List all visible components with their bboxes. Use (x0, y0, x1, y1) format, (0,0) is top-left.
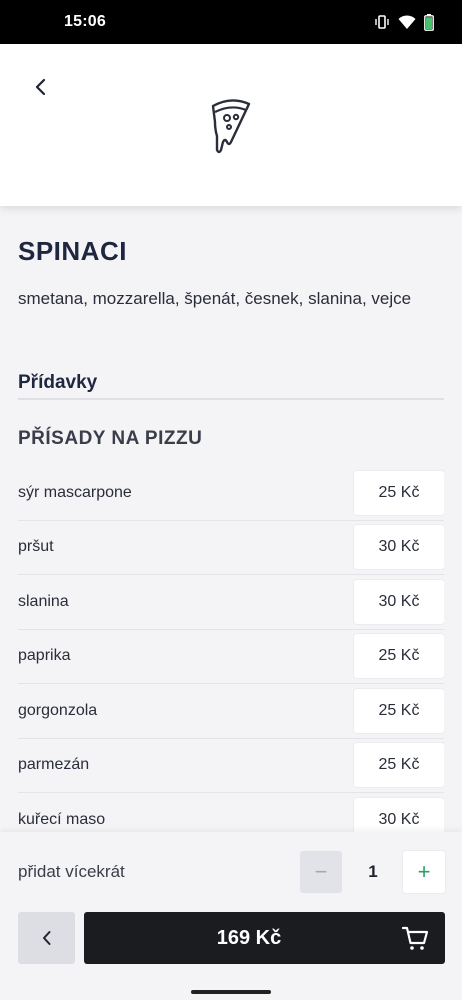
extra-name: kuřecí maso (18, 810, 106, 828)
quantity-increase-button[interactable]: + (403, 851, 445, 893)
product-description: smetana, mozzarella, špenát, česnek, sla… (18, 289, 412, 308)
extra-name: sýr mascarpone (18, 483, 132, 501)
shopping-cart-icon (401, 926, 429, 950)
order-panel: přidat vícekrát − 1 + 169 Kč (0, 832, 462, 1000)
product-title: SPINACI (18, 236, 127, 266)
section-divider (18, 398, 444, 400)
quantity-decrease-button[interactable]: − (300, 851, 342, 893)
add-to-cart-button[interactable]: 169 Kč (84, 912, 445, 964)
extra-add-button[interactable]: 30 Kč (354, 525, 444, 570)
app-header (0, 44, 462, 206)
extra-add-button[interactable]: 25 Kč (354, 688, 444, 733)
add-multiple-label: přidat vícekrát (18, 862, 125, 881)
back-button[interactable] (18, 912, 75, 964)
extra-item: sýr mascarpone 25 Kč (18, 466, 444, 521)
extra-name: paprika (18, 647, 71, 665)
extras-list[interactable]: sýr mascarpone 25 Kč pršut 30 Kč slanina… (18, 466, 444, 832)
extras-section-title: Přídavky (18, 372, 98, 393)
extra-item: parmezán 25 Kč (18, 739, 444, 793)
wifi-icon (398, 14, 416, 29)
extra-add-button[interactable]: 30 Kč (354, 797, 444, 832)
extra-item: slanina 30 Kč (18, 575, 444, 630)
back-link[interactable] (26, 72, 56, 102)
home-indicator[interactable] (191, 990, 271, 994)
extra-add-button[interactable]: 25 Kč (354, 470, 444, 515)
extra-add-button[interactable]: 30 Kč (354, 579, 444, 624)
status-time: 15:06 (64, 13, 106, 30)
chevron-left-icon (35, 78, 46, 96)
extra-add-button[interactable]: 25 Kč (354, 743, 444, 788)
chevron-left-icon (42, 931, 50, 945)
extra-item: pršut 30 Kč (18, 521, 444, 575)
battery-icon (424, 13, 434, 31)
status-icons (374, 13, 434, 31)
extra-item: gorgonzola 25 Kč (18, 684, 444, 739)
extra-name: parmezán (18, 756, 90, 774)
extra-item: kuřecí maso 30 Kč (18, 793, 444, 832)
total-price: 169 Kč (216, 926, 282, 949)
vibrate-icon (375, 15, 389, 29)
extra-name: gorgonzola (18, 701, 98, 719)
extras-group-title: PŘÍSADY NA PIZZU (18, 428, 203, 449)
extra-name: slanina (18, 592, 69, 610)
extra-name: pršut (18, 538, 54, 556)
pizza-slice-icon (211, 99, 251, 154)
extra-item: paprika 25 Kč (18, 630, 444, 684)
status-bar: 15:06 (0, 0, 462, 44)
extra-add-button[interactable]: 25 Kč (354, 634, 444, 679)
quantity-value: 1 (368, 862, 378, 881)
